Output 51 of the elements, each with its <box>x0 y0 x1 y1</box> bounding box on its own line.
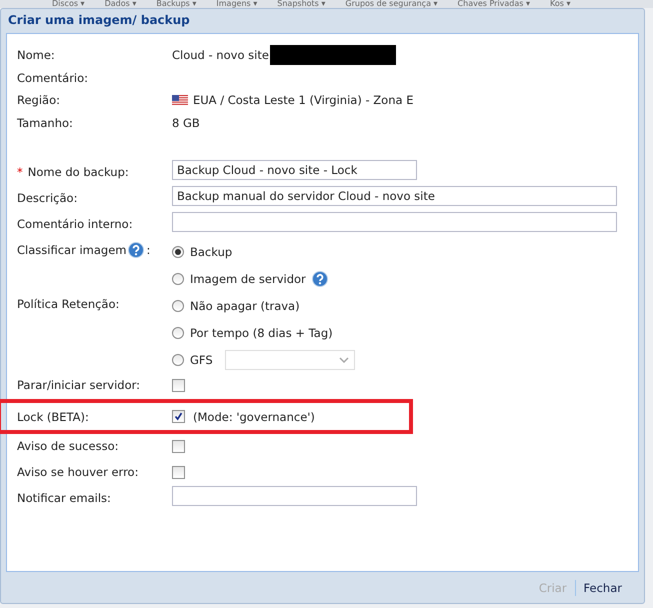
radio-button[interactable] <box>172 300 184 312</box>
help-icon[interactable] <box>312 270 328 286</box>
field-label: Nome do backup: <box>28 165 129 179</box>
label-colon: : <box>146 243 150 257</box>
checkbox[interactable] <box>172 378 185 392</box>
radio-button[interactable] <box>172 354 184 366</box>
option-label: Imagem de servidor <box>190 272 306 286</box>
menu-item[interactable]: Grupos de segurança ▾ <box>345 0 438 8</box>
menu-item[interactable]: Dados ▾ <box>104 0 136 8</box>
menu-item[interactable]: Discos ▾ <box>52 0 85 8</box>
option-label: Não apagar (trava) <box>190 298 300 312</box>
help-icon[interactable] <box>128 242 144 258</box>
dialog-title: Criar uma imagem/ backup <box>7 12 191 29</box>
field-label: Descrição: <box>17 191 78 205</box>
option-label: Por tempo (8 dias + Tag) <box>190 326 333 340</box>
field-label: Comentário interno: <box>17 217 133 231</box>
checkbox[interactable] <box>172 466 185 478</box>
text-field[interactable]: Backup manual do servidor Cloud - novo site <box>172 186 617 206</box>
menu-item[interactable]: Backups ▾ <box>156 0 196 8</box>
field-label: Aviso se houver erro: <box>17 465 138 479</box>
option-label: Backup <box>190 244 232 258</box>
field-label: Região: <box>17 93 60 108</box>
text-field[interactable] <box>172 212 617 232</box>
checkbox[interactable] <box>172 440 185 452</box>
mode-note: (Mode: 'governance') <box>193 410 315 424</box>
field-label: Política Retenção: <box>17 297 120 311</box>
field-label: Aviso de sucesso: <box>17 439 118 453</box>
text-field[interactable]: Backup Cloud - novo site - Lock <box>172 160 417 180</box>
field-label: Notificar emails: <box>17 491 111 505</box>
text-field[interactable] <box>172 486 417 506</box>
menu-item[interactable]: Snapshots ▾ <box>277 0 326 8</box>
field-label: Parar/iniciar servidor: <box>17 378 140 392</box>
checkbox[interactable] <box>172 410 185 423</box>
field-value: 8 GB <box>172 116 200 130</box>
menu-item[interactable]: Kos ▾ <box>550 0 570 8</box>
field-label: Nome: <box>17 48 55 62</box>
field-label: Lock (BETA): <box>17 410 89 424</box>
option-label: GFS <box>190 352 213 366</box>
field-label: Tamanho: <box>17 116 73 130</box>
field-value: Cloud - novo site <box>172 48 269 62</box>
radio-button[interactable] <box>172 272 184 284</box>
dialog-button[interactable]: Fechar <box>576 578 630 596</box>
required-mark: * <box>17 165 23 179</box>
field-value: EUA / Costa Leste 1 (Virginia) - Zona E <box>193 93 414 108</box>
chevron-down-icon <box>338 356 349 362</box>
radio-button[interactable] <box>172 246 184 258</box>
menu-item[interactable]: Chaves Privadas ▾ <box>458 0 530 8</box>
field-label: Comentário: <box>17 70 88 85</box>
menu-item[interactable]: Imagens ▾ <box>216 0 258 8</box>
radio-button[interactable] <box>172 326 184 338</box>
field-label: Classificar imagem <box>17 243 126 257</box>
